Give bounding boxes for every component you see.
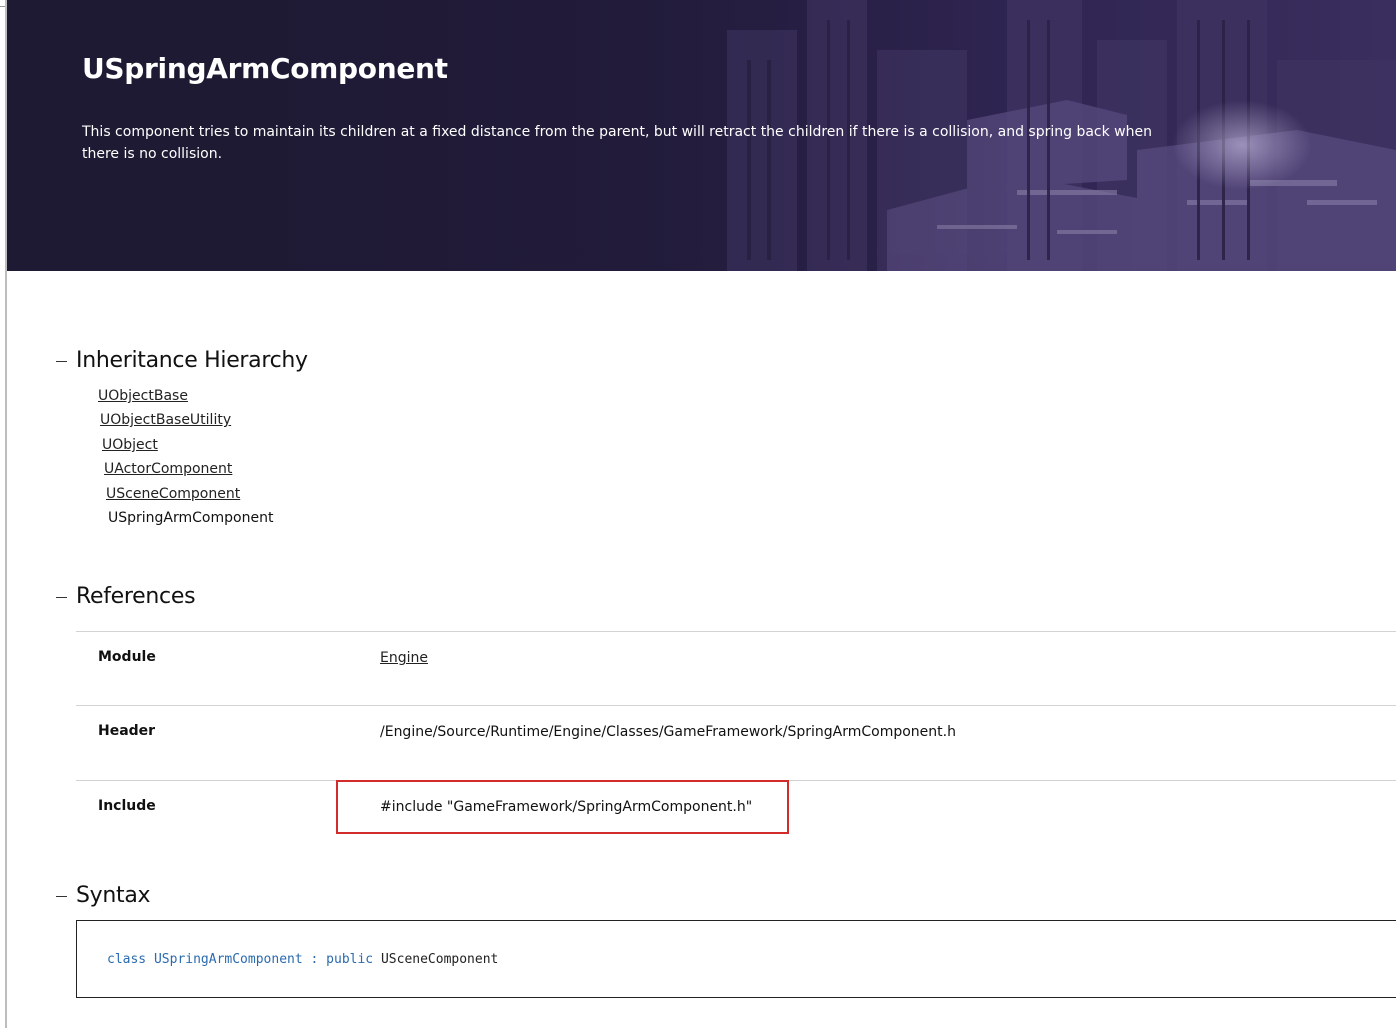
header-path: /Engine/Source/Runtime/Engine/Classes/Ga…: [380, 724, 956, 740]
reference-row-header: Header /Engine/Source/Runtime/Engine/Cla…: [76, 705, 1396, 780]
hierarchy-link-uobjectbase[interactable]: UObjectBase: [98, 388, 188, 404]
code-base-class: USceneComponent: [380, 952, 499, 967]
hierarchy-link-uobjectbaseutility[interactable]: UObjectBaseUtility: [100, 412, 231, 428]
collapse-syntax-toggle[interactable]: [56, 896, 67, 897]
collapse-inheritance-toggle[interactable]: [56, 361, 67, 362]
reference-label: Module: [98, 649, 156, 665]
reference-row-module: Module Engine: [76, 631, 1396, 705]
hierarchy-link-uscenecomponent[interactable]: USceneComponent: [106, 486, 240, 502]
reference-label: Include: [98, 798, 156, 814]
hierarchy-link-uactorcomponent[interactable]: UActorComponent: [104, 461, 232, 477]
hierarchy-current-class: USpringArmComponent: [108, 510, 274, 526]
code-separator: :: [310, 952, 319, 967]
docs-page: USpringArmComponent This component tries…: [0, 0, 1396, 1028]
collapse-references-toggle[interactable]: [56, 597, 67, 598]
page-title: USpringArmComponent: [82, 52, 448, 85]
references-heading: References: [76, 584, 196, 609]
include-highlight-box: [336, 780, 789, 834]
syntax-heading: Syntax: [76, 883, 151, 908]
syntax-code-block: class USpringArmComponent : public UScen…: [76, 920, 1396, 998]
hero-banner: USpringArmComponent This component tries…: [7, 0, 1396, 271]
hierarchy-link-uobject[interactable]: UObject: [102, 437, 158, 453]
code-class-name: USpringArmComponent: [153, 952, 303, 967]
code-keyword-class: class: [107, 952, 147, 967]
syntax-code: class USpringArmComponent : public UScen…: [107, 952, 498, 967]
inheritance-heading: Inheritance Hierarchy: [76, 348, 308, 373]
code-keyword-public: public: [326, 952, 374, 967]
page-description: This component tries to maintain its chi…: [82, 124, 1152, 162]
reference-label: Header: [98, 723, 156, 739]
module-link[interactable]: Engine: [380, 650, 428, 666]
